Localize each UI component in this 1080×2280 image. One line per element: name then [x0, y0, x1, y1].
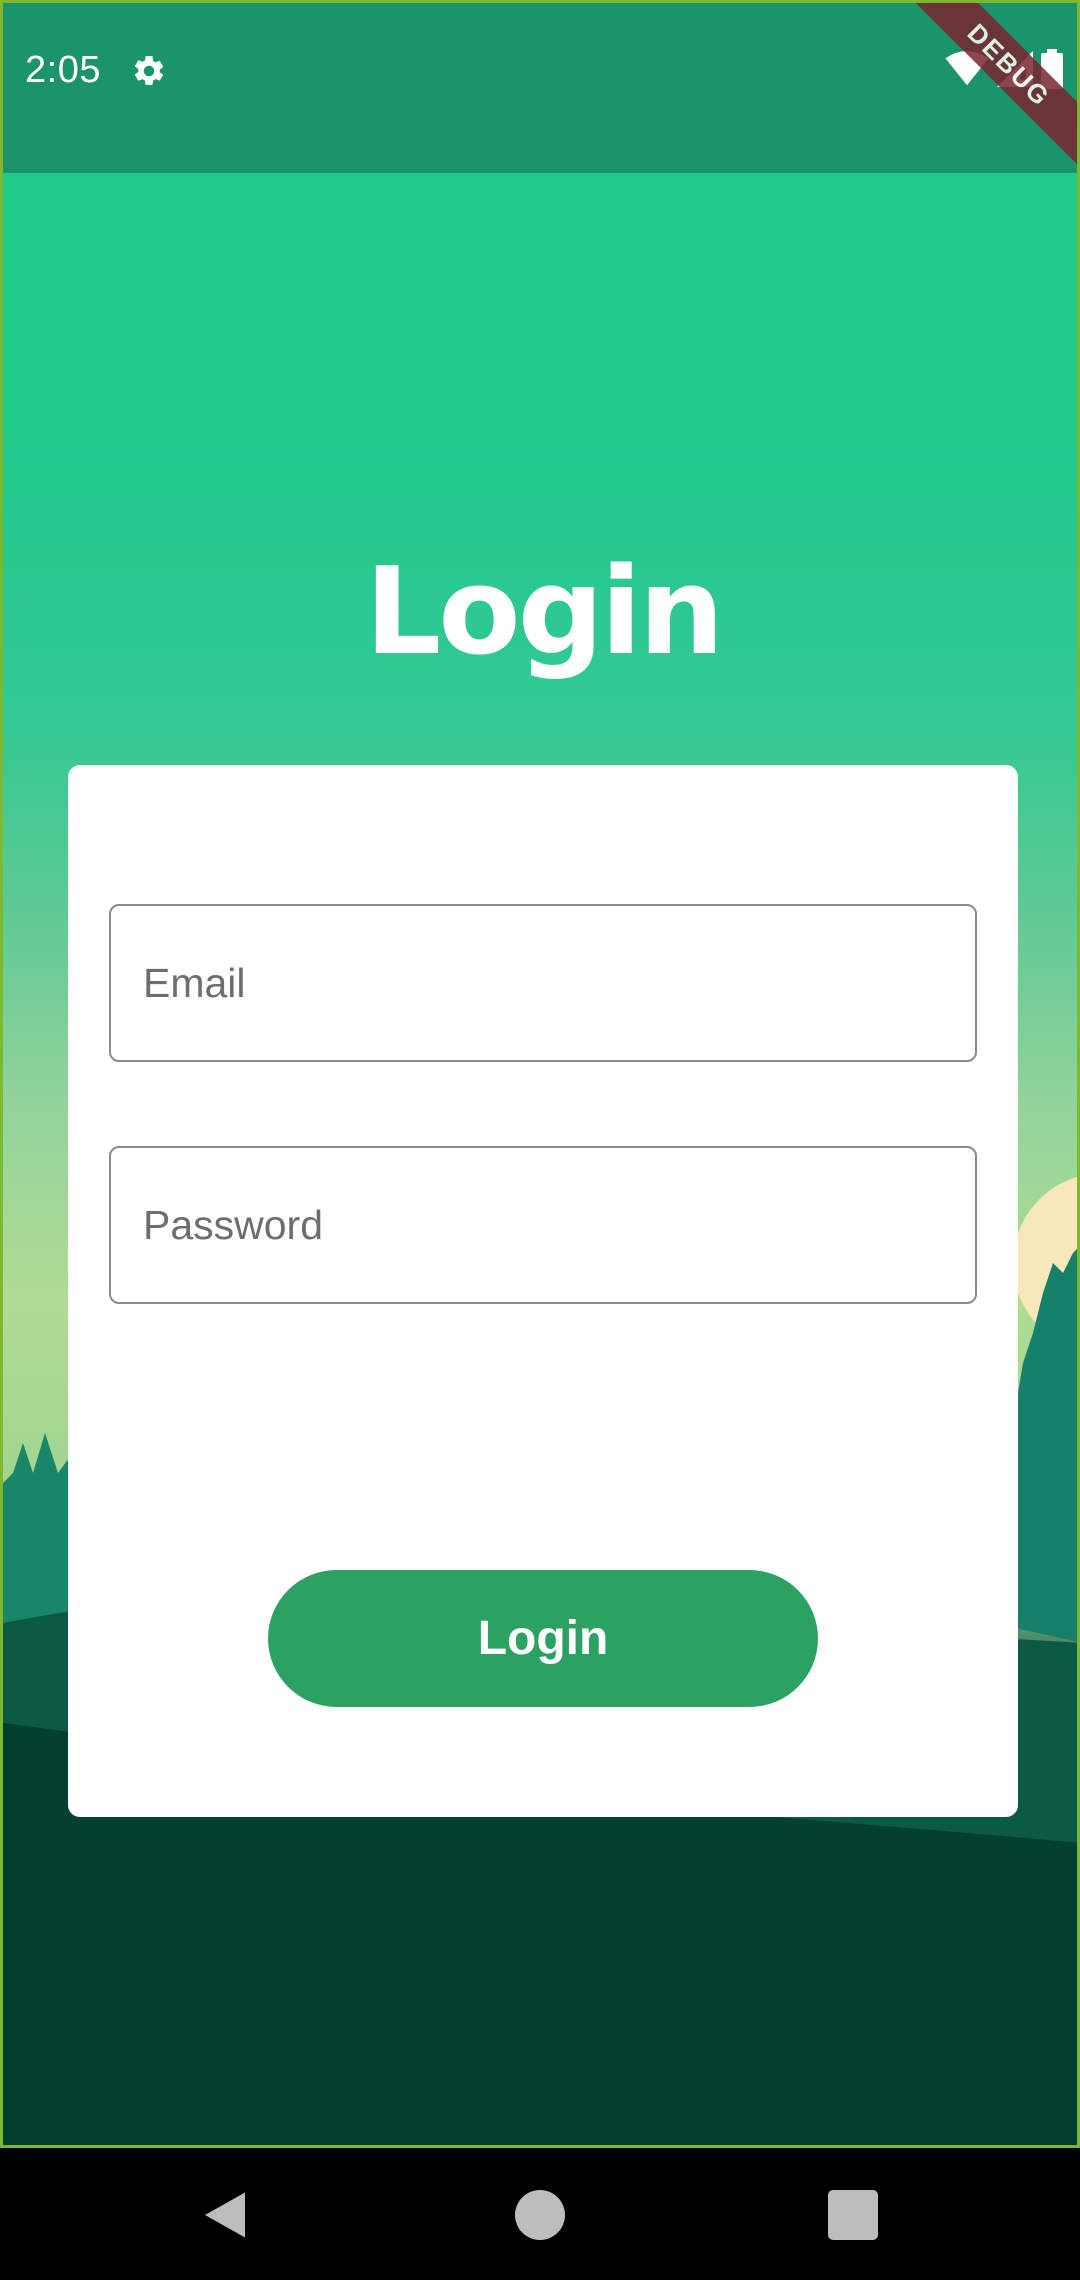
- home-icon[interactable]: [515, 2190, 565, 2240]
- email-input[interactable]: [111, 906, 975, 1060]
- recents-icon[interactable]: [828, 2190, 878, 2240]
- password-field[interactable]: [109, 1146, 977, 1304]
- status-bar: 2:05: [3, 3, 1077, 173]
- email-field[interactable]: [109, 904, 977, 1062]
- login-button[interactable]: Login: [268, 1570, 818, 1707]
- back-icon[interactable]: [200, 2190, 250, 2240]
- navigation-bar: [0, 2148, 1080, 2280]
- password-input[interactable]: [111, 1148, 975, 1302]
- login-card: Login: [68, 765, 1018, 1817]
- gear-icon: [134, 55, 164, 85]
- page-title: Login: [364, 543, 724, 682]
- status-time: 2:05: [25, 49, 101, 91]
- app-screen: 2:05 DEBUG Login Login: [0, 0, 1080, 2148]
